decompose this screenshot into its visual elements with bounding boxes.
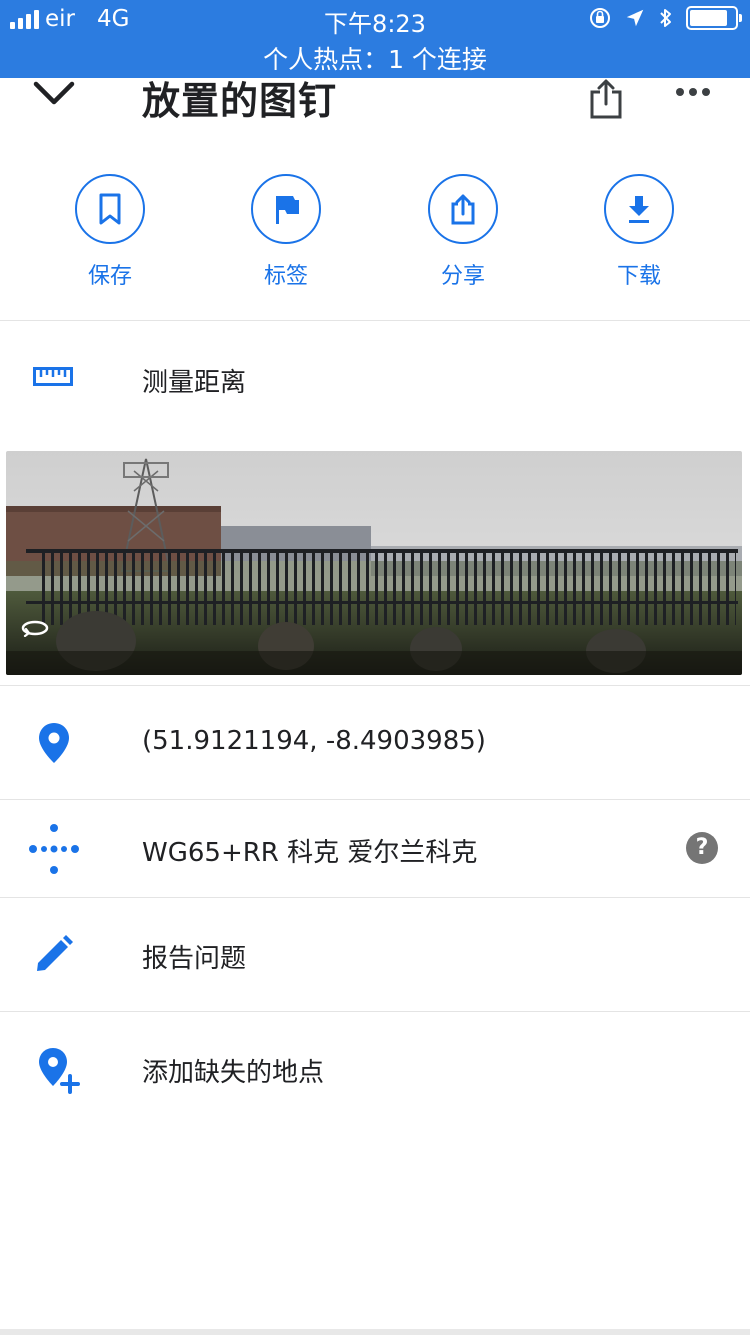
share-icon[interactable] [586, 78, 626, 124]
street-view-image[interactable] [6, 451, 742, 675]
pencil-icon [34, 934, 74, 978]
share-label: 分享 [440, 264, 485, 289]
page-title: 放置的图钉 [142, 79, 338, 123]
measure-distance-row[interactable]: 测量距离 [0, 348, 750, 412]
rotation-lock-icon [590, 8, 610, 28]
divider [0, 1011, 750, 1012]
label-label: 标签 [263, 264, 308, 289]
download-label: 下载 [616, 264, 661, 289]
flag-icon [251, 174, 321, 244]
place-header: 放置的图钉 [0, 78, 750, 134]
divider [0, 799, 750, 800]
coordinates-text: (51.9121194, -8.4903985) [142, 726, 486, 756]
label-button[interactable]: 标签 [226, 174, 346, 290]
coordinates-row[interactable]: (51.9121194, -8.4903985) [0, 710, 750, 774]
hotspot-banner[interactable]: 个人热点：1 个连接 [0, 40, 750, 76]
bluetooth-icon [660, 9, 671, 27]
download-icon [604, 174, 674, 244]
report-problem-label: 报告问题 [142, 944, 247, 974]
battery-icon [686, 6, 742, 30]
add-place-label: 添加缺失的地点 [142, 1058, 325, 1088]
divider [0, 320, 750, 321]
chevron-down-icon[interactable] [32, 78, 76, 114]
report-problem-row[interactable]: 报告问题 [0, 922, 750, 986]
location-arrow-icon [626, 9, 644, 27]
status-right [588, 6, 742, 30]
battery-fill [690, 10, 727, 26]
share-button[interactable]: 分享 [403, 174, 523, 290]
plus-code-text: WG65+RR 科克 爱尔兰科克 [142, 838, 478, 868]
plus-code-row[interactable]: WG65+RR 科克 爱尔兰科克 [0, 816, 750, 880]
ruler-icon [33, 366, 73, 392]
divider [0, 897, 750, 898]
bottom-edge [0, 1329, 750, 1335]
street-view-360-icon [20, 619, 50, 641]
add-location-icon [36, 1046, 82, 1098]
action-bar: 保存 标签 分享 下载 [0, 174, 750, 304]
share-icon [428, 174, 498, 244]
bookmark-icon [75, 174, 145, 244]
download-button[interactable]: 下载 [579, 174, 699, 290]
status-bar: eir 4G 下午8:23 个人热点：1 个连接 [0, 0, 750, 78]
more-icon[interactable] [676, 88, 710, 96]
location-pin-icon [38, 722, 70, 768]
help-icon[interactable]: ? [686, 832, 718, 864]
add-place-row[interactable]: 添加缺失的地点 [0, 1036, 750, 1100]
plus-code-icon [29, 824, 79, 878]
save-button[interactable]: 保存 [50, 174, 170, 290]
save-label: 保存 [87, 264, 132, 289]
divider [0, 685, 750, 686]
measure-distance-label: 测量距离 [142, 368, 247, 398]
